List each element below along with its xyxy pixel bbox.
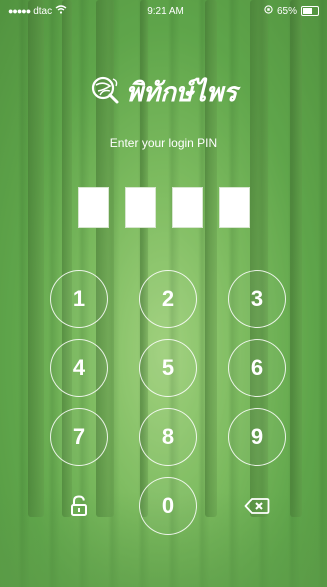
status-time: 9:21 AM — [147, 5, 184, 17]
key-5[interactable]: 5 — [139, 339, 197, 397]
login-pin-screen: ●●●●● dtac 9:21 AM 65% พิทักษ์ไพร Enter … — [0, 0, 327, 587]
key-9[interactable]: 9 — [228, 408, 286, 466]
unlock-icon[interactable] — [59, 486, 99, 526]
key-3[interactable]: 3 — [228, 270, 286, 328]
backspace-icon[interactable] — [237, 486, 277, 526]
status-left: ●●●●● dtac — [8, 5, 67, 17]
globe-magnifier-icon — [90, 75, 120, 110]
battery-icon — [301, 6, 319, 16]
key-1[interactable]: 1 — [50, 270, 108, 328]
wifi-icon — [55, 5, 67, 17]
status-right: 65% — [264, 5, 319, 17]
pin-entry — [0, 187, 327, 228]
pin-digit-2[interactable] — [124, 187, 156, 228]
login-pin-prompt: Enter your login PIN — [109, 136, 218, 150]
key-0[interactable]: 0 — [139, 477, 197, 535]
carrier-name: dtac — [33, 5, 53, 17]
key-4[interactable]: 4 — [50, 339, 108, 397]
key-8[interactable]: 8 — [139, 408, 197, 466]
brand-name: พิทักษ์ไพร — [125, 78, 238, 108]
pin-digit-4[interactable] — [218, 187, 250, 228]
key-2[interactable]: 2 — [139, 270, 197, 328]
battery-percent: 65% — [276, 5, 297, 17]
pin-digit-3[interactable] — [171, 187, 203, 228]
key-7[interactable]: 7 — [50, 408, 108, 466]
orientation-lock-icon — [264, 5, 273, 17]
app-logo: พิทักษ์ไพร — [0, 72, 327, 113]
signal-dots-icon: ●●●●● — [8, 6, 31, 16]
pin-digit-1[interactable] — [77, 187, 109, 228]
status-bar: ●●●●● dtac 9:21 AM 65% — [0, 0, 327, 22]
key-6[interactable]: 6 — [228, 339, 286, 397]
